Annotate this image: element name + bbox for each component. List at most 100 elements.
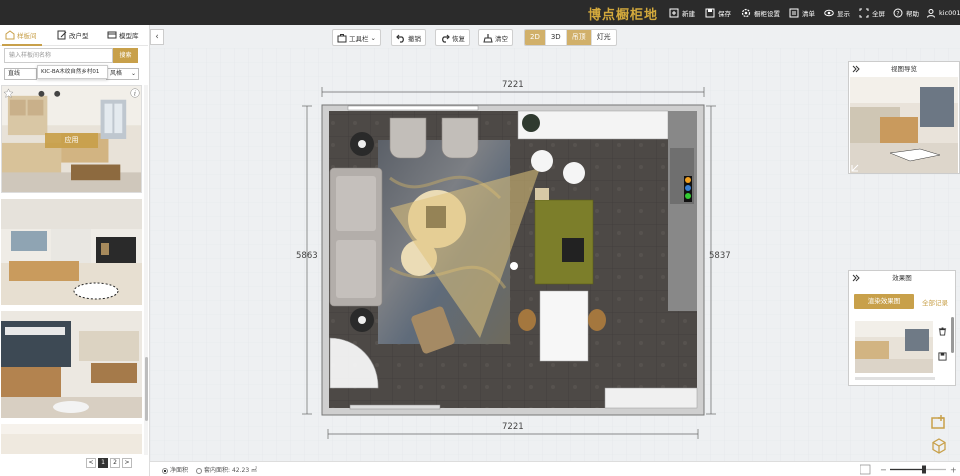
top-bar: 博点橱柜地 新建 保存 橱柜设置 清单 显示 全屏 ? 帮助 kic001 (0, 0, 960, 25)
favorite-star-icon[interactable] (3, 88, 14, 99)
status-bar: 净面积 套内面积: 42.23 ㎡ − + (150, 461, 960, 476)
net-area-label: 净面积 (170, 467, 189, 474)
dining-table[interactable] (539, 290, 589, 362)
tab-model-library[interactable]: 模型库 (107, 28, 139, 42)
ceiling-button[interactable]: 吊顶 (566, 30, 592, 45)
sample-list-scrollbar-thumb[interactable] (145, 357, 148, 421)
render-panel: 效果图 渲染效果图 全部记录 (848, 270, 956, 386)
layout-filter-select[interactable]: 直线 (4, 68, 37, 80)
tab-edit-floorplan[interactable]: 改户型 (57, 28, 89, 42)
tab-sample-room[interactable]: 样板间 (5, 28, 37, 42)
render-list-scrollbar[interactable] (951, 317, 954, 353)
undo-label: 撤销 (408, 34, 421, 43)
bar-stool[interactable] (563, 162, 585, 184)
style-filter-value: 风格 (110, 70, 123, 77)
cabinet-settings-button[interactable]: 橱柜设置 (741, 7, 780, 19)
page-2-button[interactable]: 2 (110, 458, 120, 468)
list-label: 清单 (802, 10, 815, 18)
sample-room-card[interactable] (1, 311, 142, 418)
page-1-button[interactable]: 1 (98, 458, 108, 468)
cabinet-settings-label: 橱柜设置 (754, 10, 780, 18)
view-mode-group: 2D 3D 吊顶 灯光 (524, 29, 617, 46)
fit-screen-icon[interactable] (860, 464, 871, 475)
view-3d-button[interactable]: 3D (546, 30, 567, 45)
lighting-button[interactable]: 灯光 (592, 30, 616, 45)
net-area-option[interactable]: 净面积 (162, 465, 188, 474)
render-thumbnail[interactable] (855, 321, 933, 373)
tools-label: 工具栏 (349, 34, 369, 43)
side-counter[interactable] (668, 111, 697, 311)
double-chevron-right-icon[interactable] (852, 274, 860, 282)
render-panel-title: 效果图 (892, 274, 912, 282)
nav-panel-header: 视图导览 (849, 62, 959, 76)
dining-chair[interactable] (588, 309, 606, 331)
search-button[interactable]: 搜索 (113, 48, 138, 63)
chevron-down-icon: ⌄ (130, 70, 136, 77)
wall-counter[interactable] (517, 110, 669, 140)
save-icon[interactable] (938, 352, 947, 361)
collapse-left-panel-button[interactable]: ‹ (150, 29, 164, 45)
search-input[interactable]: 输入样板间名称 (4, 48, 113, 63)
bar-stool[interactable] (531, 150, 553, 172)
cube-icon[interactable] (930, 437, 948, 455)
zoom-slider-handle[interactable] (922, 465, 926, 474)
zoom-control[interactable]: − + (860, 464, 960, 475)
window[interactable] (347, 105, 479, 111)
tools-dropdown[interactable]: 工具栏 ⌄ (332, 29, 381, 46)
layout-filter-value: 直线 (8, 70, 21, 77)
radio-icon (162, 467, 168, 474)
dining-chair[interactable] (518, 309, 536, 331)
toolbox-icon (337, 33, 347, 42)
redo-icon (442, 34, 450, 43)
redo-button[interactable]: 恢复 (435, 29, 470, 46)
zoom-in-icon[interactable]: + (950, 466, 957, 475)
model-library-icon (107, 31, 117, 39)
inner-area-option[interactable]: 套内面积: 42.23 ㎡ (196, 465, 257, 474)
floor-plan[interactable] (150, 48, 960, 461)
plant[interactable] (522, 114, 540, 132)
style-filter-select[interactable]: 风格 ⌄ (106, 68, 139, 80)
help-button[interactable]: ? 帮助 (893, 7, 919, 19)
undo-icon (396, 34, 404, 43)
broom-icon (483, 33, 493, 42)
design-canvas[interactable]: 7221 7221 5863 5837 (150, 48, 960, 461)
armchair[interactable] (389, 117, 427, 159)
prev-page-button[interactable]: < (86, 458, 96, 468)
armchair[interactable] (441, 117, 479, 159)
apply-button[interactable]: 应用 (45, 133, 98, 148)
display-button[interactable]: 显示 (824, 7, 850, 19)
save-button[interactable]: 保存 (705, 7, 731, 19)
info-icon[interactable]: i (130, 88, 140, 98)
sample-room-icon (5, 30, 15, 40)
sample-room-card[interactable] (1, 199, 142, 305)
clear-button[interactable]: 清空 (478, 29, 513, 46)
radio-icon (196, 467, 203, 474)
user-menu[interactable]: kic001 (926, 7, 960, 19)
next-page-button[interactable]: > (122, 458, 132, 468)
camera-position-handle[interactable] (510, 262, 518, 270)
new-button[interactable]: 新建 (669, 7, 695, 19)
fullscreen-button[interactable]: 全屏 (859, 7, 885, 19)
window[interactable] (349, 404, 441, 410)
double-chevron-right-icon[interactable] (852, 65, 860, 73)
camera-add-icon[interactable] (930, 413, 948, 431)
zoom-out-icon[interactable]: − (880, 466, 887, 475)
sample-room-card[interactable] (1, 424, 142, 454)
view-2d-button[interactable]: 2D (525, 30, 546, 45)
settings-icon (741, 8, 751, 18)
redo-label: 恢复 (452, 34, 465, 43)
tab-model-library-label: 模型库 (119, 32, 139, 40)
list-button[interactable]: 清单 (789, 7, 815, 19)
edit-floorplan-icon (57, 30, 67, 40)
render-button[interactable]: 渲染效果图 (854, 294, 914, 309)
all-records-link[interactable]: 全部记录 (922, 297, 948, 307)
list-icon (789, 8, 799, 18)
eye-icon (824, 9, 834, 17)
sample-name-tooltip: KIC-BA木纹自然乡村01 (37, 65, 108, 79)
trash-icon[interactable] (938, 327, 947, 336)
view-preview-image[interactable] (850, 77, 958, 173)
display-label: 显示 (837, 10, 850, 18)
undo-button[interactable]: 撤销 (391, 29, 426, 46)
bottom-cabinet[interactable] (604, 387, 698, 409)
new-file-icon (669, 8, 679, 18)
